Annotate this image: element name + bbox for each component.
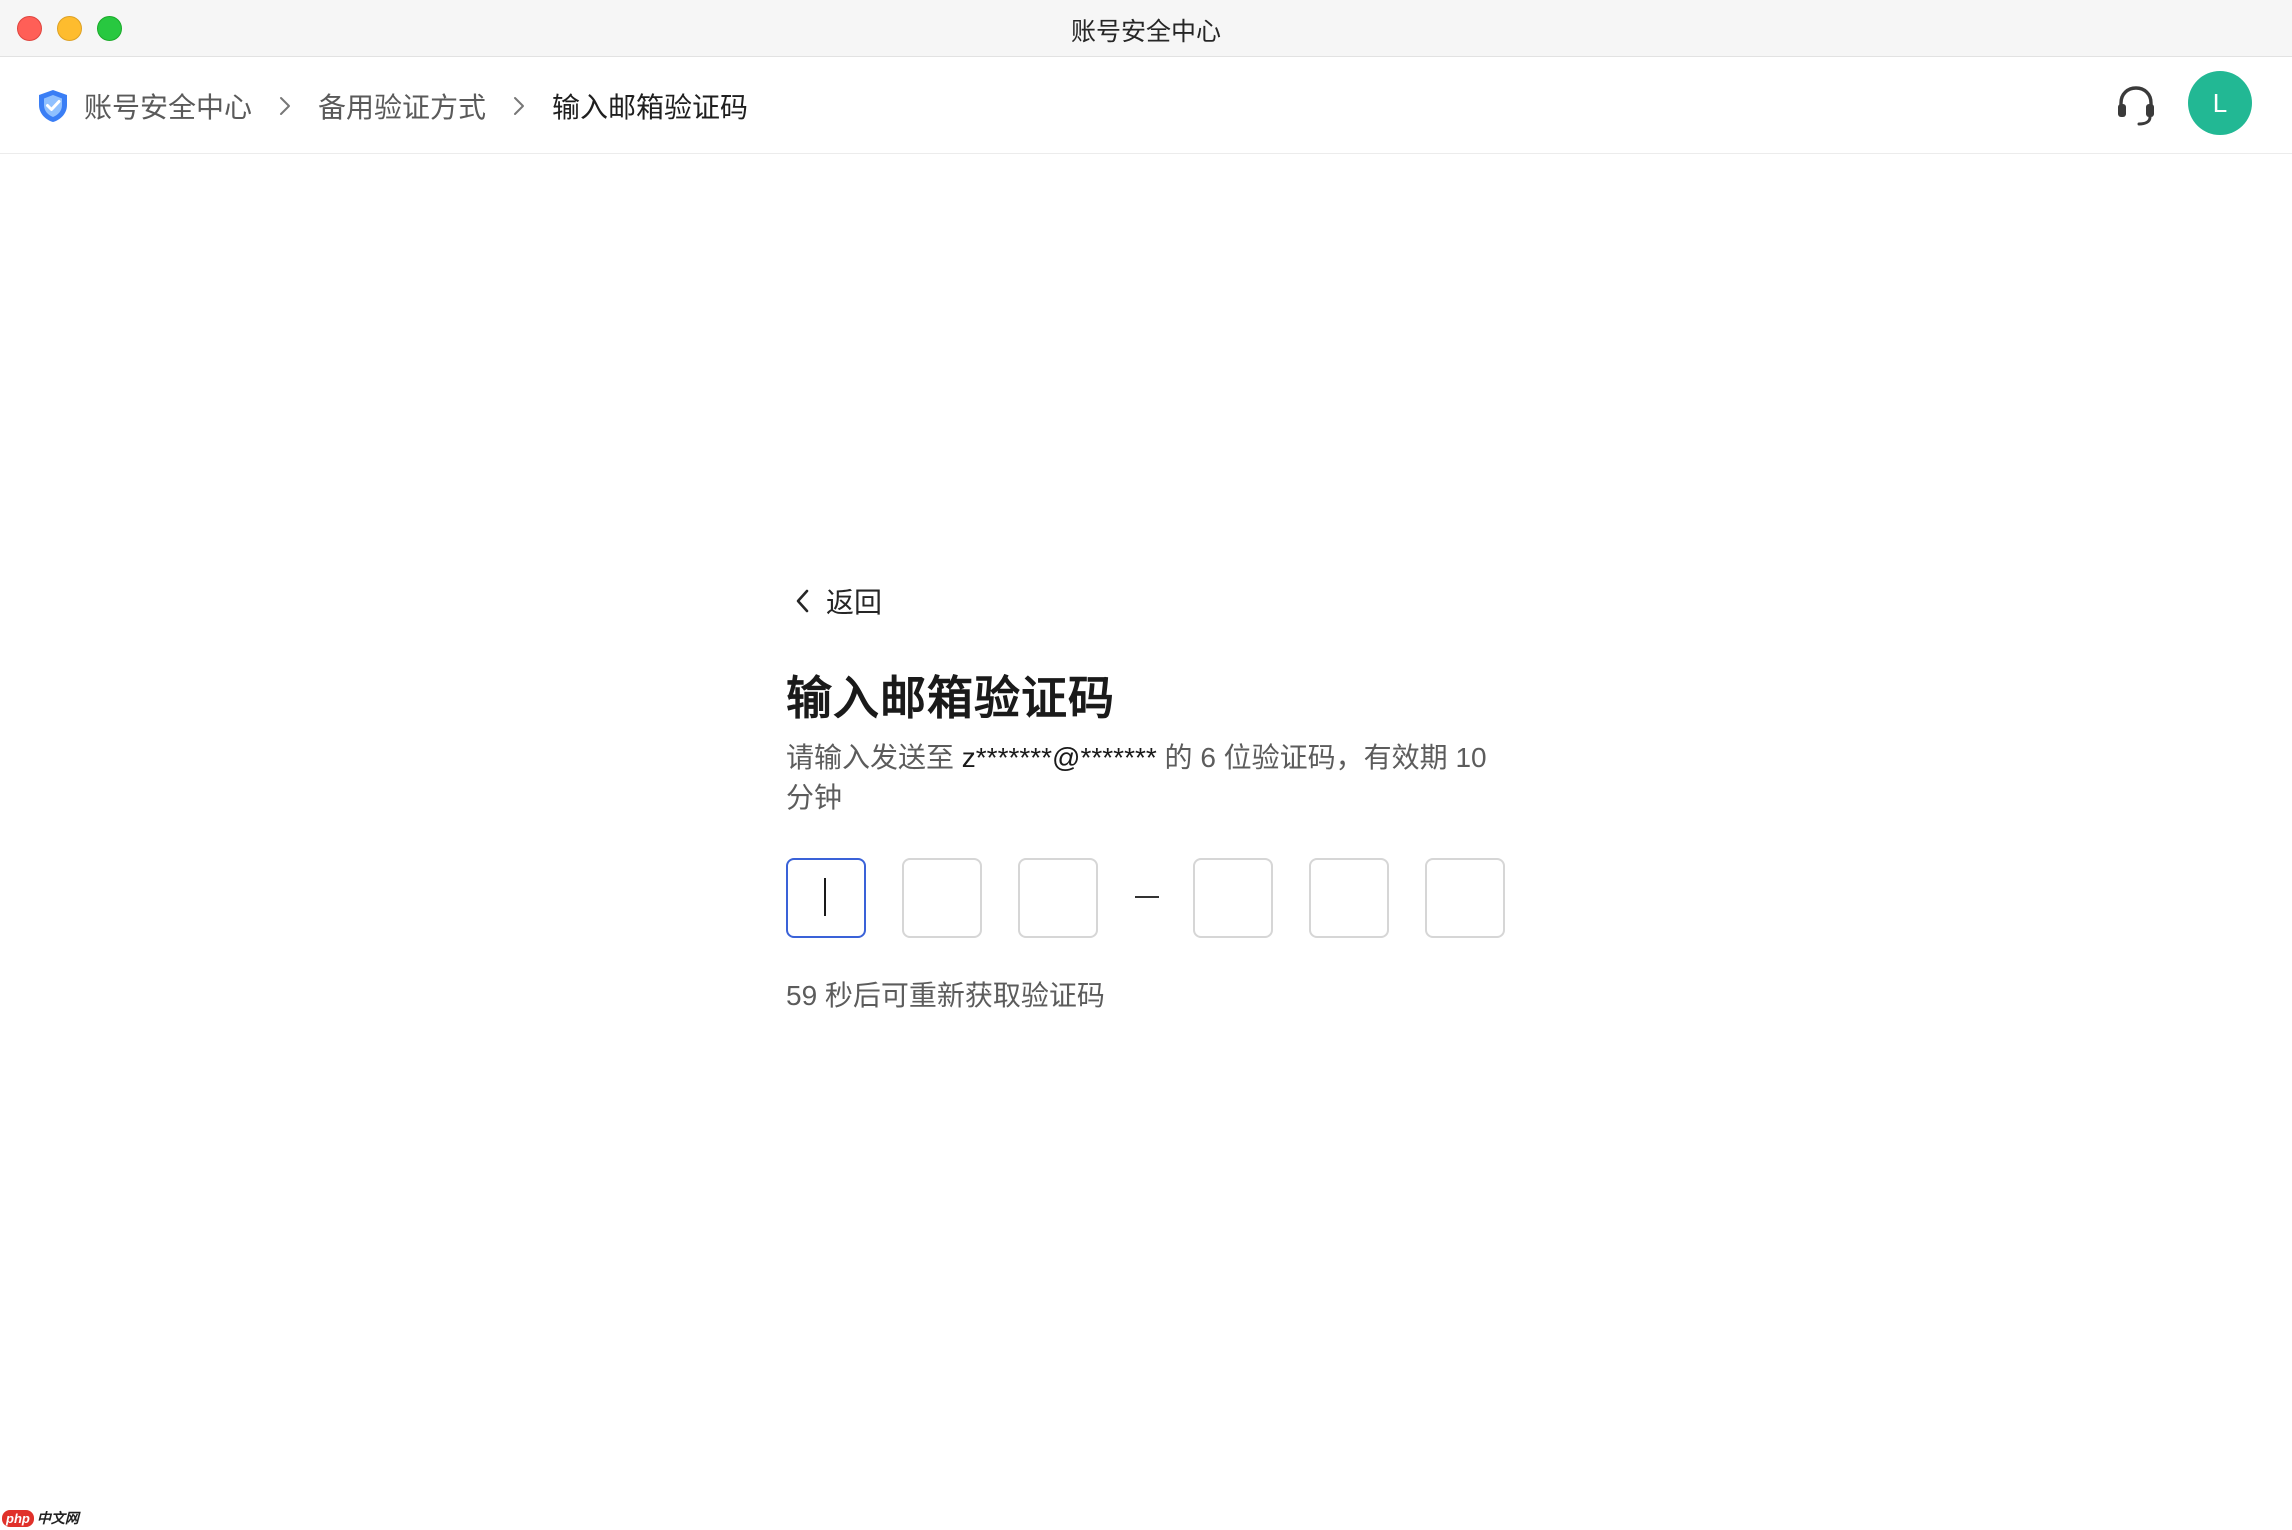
masked-email: z*******@*******: [961, 742, 1157, 773]
breadcrumb: 账号安全中心 备用验证方式 输入邮箱验证码: [36, 57, 748, 154]
code-digit-input-1[interactable]: [786, 858, 866, 938]
code-digit-input-4[interactable]: [1193, 858, 1273, 938]
code-separator: [1135, 896, 1159, 898]
headset-icon[interactable]: [2114, 83, 2158, 129]
breadcrumb-item-current: 输入邮箱验证码: [552, 91, 749, 123]
code-digit-input-3[interactable]: [1018, 858, 1098, 938]
code-digit-input-6[interactable]: [1425, 858, 1505, 938]
chevron-left-icon: [796, 589, 809, 613]
text-cursor: [824, 878, 826, 916]
code-digit-input-5[interactable]: [1309, 858, 1389, 938]
window-titlebar: 账号安全中心: [0, 0, 2292, 57]
page-title: 输入邮箱验证码: [786, 672, 1115, 724]
window-title: 账号安全中心: [1070, 18, 1221, 46]
avatar[interactable]: L: [2188, 71, 2252, 135]
chevron-right-icon: [280, 96, 291, 115]
watermark: php 中文网: [2, 1508, 79, 1528]
code-digit-input-2[interactable]: [902, 858, 982, 938]
chevron-right-icon: [514, 96, 525, 115]
shield-icon: [39, 89, 67, 122]
back-button[interactable]: 返回: [792, 581, 882, 621]
watermark-logo: php: [2, 1509, 34, 1527]
breadcrumb-item-backup-methods[interactable]: 备用验证方式: [318, 86, 486, 126]
breadcrumb-item-security-center[interactable]: 账号安全中心: [84, 86, 252, 126]
watermark-text: 中文网: [36, 1510, 79, 1526]
desc-prefix: 请输入发送至: [786, 742, 962, 773]
code-instructions: 请输入发送至 z*******@******* 的 6 位验证码，有效期 10 …: [786, 738, 1506, 818]
resend-countdown: 59 秒后可重新获取验证码: [786, 980, 1105, 1011]
page-header: 账号安全中心 备用验证方式 输入邮箱验证码 L: [0, 57, 2292, 154]
back-label: 返回: [826, 587, 883, 618]
